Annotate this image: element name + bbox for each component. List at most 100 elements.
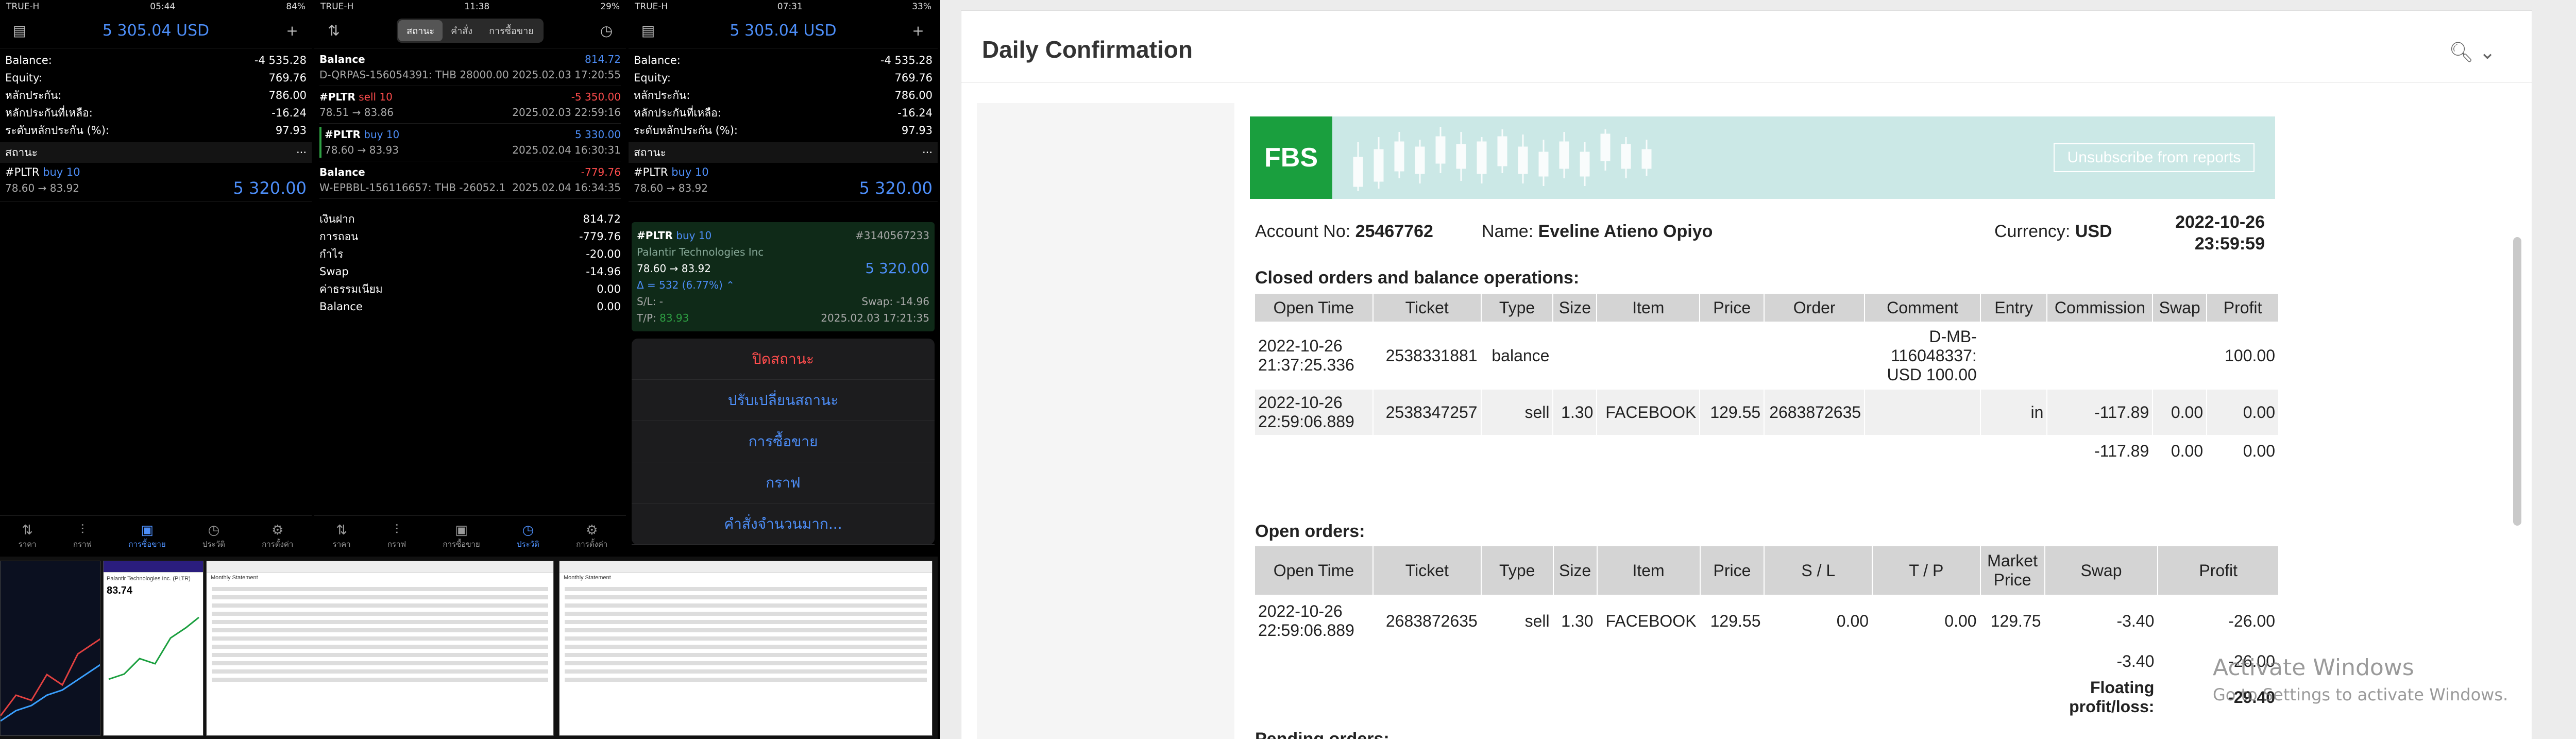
thumbnail-strip: Palantir Technologies Inc. (PLTR) 83.74 …: [0, 557, 938, 739]
tab-quotes[interactable]: ⇅ ราคา: [333, 523, 351, 550]
account-metrics: Balance: -4 535.28 Equity: 769.76 หลักประก…: [634, 54, 933, 137]
sort-icon[interactable]: ▤: [639, 23, 657, 39]
history-item[interactable]: #PLTR buy 10 5 330.00 78.60 → 83.93 2025.0…: [319, 124, 621, 161]
totals-row: -117.89 0.00 0.00: [1253, 435, 2279, 467]
yahoo-finance-thumbnail[interactable]: Palantir Technologies Inc. (PLTR) 83.74: [103, 561, 204, 736]
floating-row: Floating profit/loss: -29.40: [1254, 675, 2279, 719]
action-sheet: ปิดสถานะ ปรับเปลี่ยนสถานะ การซื้อขาย กรา…: [632, 339, 935, 545]
candlestick-decoration: [1353, 127, 1652, 191]
history-item[interactable]: Balance -779.76 W-EPBBL-156116657: THB -2…: [319, 161, 621, 199]
sort-icon[interactable]: ▤: [10, 23, 29, 39]
more-icon[interactable]: ···: [922, 142, 933, 163]
tab-settings[interactable]: ⚙ การตั้งค่า: [262, 523, 293, 550]
metric-row: หลักประกันที่เหลือ: -16.24: [5, 107, 307, 119]
tab-history[interactable]: ◷ ประวัติ: [202, 523, 225, 550]
page-title: Daily Confirmation: [982, 36, 1193, 63]
tab-trade[interactable]: ▣ การซื้อขาย: [443, 523, 480, 550]
history-header: ⇅ สถานะ คำสั่ง การซื้อขาย ◷: [314, 13, 626, 48]
chart-thumbnail[interactable]: [0, 561, 100, 736]
tab-settings[interactable]: ⚙ การตั้งค่า: [576, 523, 607, 550]
trade-icon: ▣: [455, 522, 468, 538]
history-item[interactable]: Balance 814.72 D-QRPAS-156054391: THB 280…: [319, 48, 621, 86]
closed-orders-table: Open Time Ticket Type Size Item Price Or…: [1253, 293, 2279, 467]
metric-row: ระดับหลักประกัน (%): 97.93: [5, 124, 307, 137]
clock-icon: ◷: [522, 522, 534, 538]
bottom-tabbar: ⇅ ราคา ⫶ กราฟ ▣ การซื้อขาย ◷ ประวัติ ⚙ การตั้…: [314, 515, 626, 557]
segment-positions[interactable]: สถานะ: [398, 20, 443, 41]
email-viewer: FBS Unsubscribe from reports Account No:…: [977, 103, 2285, 739]
gear-icon: ⚙: [272, 522, 284, 538]
tab-chart[interactable]: ⫶ กราฟ: [73, 522, 92, 550]
clock: 05:44: [150, 2, 176, 12]
trade-icon: ▣: [141, 522, 154, 538]
tab-quotes[interactable]: ⇅ ราคา: [19, 523, 37, 550]
metric-row: Balance: -4 535.28: [5, 54, 307, 66]
positions-section: สถานะ ···: [0, 142, 312, 163]
stock-chart-icon: [1, 638, 100, 722]
tab-history[interactable]: ◷ ประวัติ: [517, 523, 539, 550]
trade-action[interactable]: การซื้อขาย: [632, 421, 935, 462]
unsubscribe-button[interactable]: Unsubscribe from reports: [2054, 143, 2255, 172]
battery: 84%: [286, 2, 306, 12]
add-icon[interactable]: +: [283, 23, 301, 39]
chart-icon: ⫶: [80, 522, 84, 538]
price-chart-icon: [108, 616, 199, 680]
position-row[interactable]: #PLTR buy 10 78.60 → 83.92 5 320.00: [0, 163, 312, 201]
fbs-logo: FBS: [1250, 116, 1332, 199]
phone-screenshot-1: TRUE-H 05:44 84% ▤ 5 305.04 USD + Balanc…: [0, 0, 312, 557]
tab-trade[interactable]: ▣ การซื้อขาย: [128, 523, 165, 550]
positions-section: สถานะ ···: [629, 142, 938, 163]
clock-icon: ◷: [208, 522, 220, 538]
segment-deals[interactable]: การซื้อขาย: [481, 20, 542, 41]
activation-watermark: Activate Windows Go to Settings to activ…: [2213, 654, 2509, 704]
phone-screenshot-3: TRUE-H 07:31 33% ▤ 5 305.04 USD + Balanc…: [629, 0, 938, 557]
fbs-banner: FBS Unsubscribe from reports: [1250, 116, 2275, 199]
position-detail: #PLTR buy 10 #3140567233 Palantir Technol…: [632, 222, 935, 331]
statement-document: FBS Unsubscribe from reports Account No:…: [1234, 103, 2285, 739]
arrows-icon: ⇅: [22, 522, 33, 538]
report-header: Daily Confirmation 🔍︎ ⌄: [961, 10, 2532, 82]
table-row: 2022-10-26 22:59:06.889 2683872635 sell …: [1254, 595, 2279, 647]
sort-icon[interactable]: ⇅: [325, 23, 343, 39]
tab-chart[interactable]: ⫶ กราฟ: [387, 522, 406, 550]
modify-position-action[interactable]: ปรับเปลี่ยนสถานะ: [632, 380, 935, 421]
table-row: 2022-10-26 22:59:06.889 2538347257 sell …: [1254, 389, 2279, 436]
history-item[interactable]: #PLTR sell 10 -5 350.00 78.51 → 83.86 2025…: [319, 86, 621, 124]
metric-row: หลักประกัน: 786.00: [5, 89, 307, 102]
segment-orders[interactable]: คำสั่ง: [443, 20, 481, 41]
clock-icon[interactable]: ◷: [597, 23, 616, 39]
table-row: 2022-10-26 21:37:25.336 2538331881 balan…: [1254, 322, 2279, 390]
status-bar: TRUE-H 05:44 84%: [0, 0, 312, 13]
trade-header: ▤ 5 305.04 USD +: [0, 13, 312, 48]
history-list: Balance 814.72 D-QRPAS-156054391: THB 280…: [314, 48, 626, 199]
statement-thumbnail[interactable]: Monthly Statement: [206, 561, 554, 736]
carrier: TRUE-H: [6, 2, 40, 12]
balance-header: 5 305.04 USD: [102, 22, 210, 40]
balance-header: 5 305.04 USD: [730, 22, 837, 40]
zoom-icon[interactable]: 🔍︎ ⌄: [2449, 41, 2496, 64]
close-position-action[interactable]: ปิดสถานะ: [632, 339, 935, 380]
more-icon[interactable]: ···: [296, 142, 307, 163]
scrollbar[interactable]: [2513, 237, 2521, 526]
bulk-orders-action[interactable]: คำสั่งจำนวนมาก...: [632, 503, 935, 545]
report-body: FBS Unsubscribe from reports Account No:…: [961, 82, 2532, 739]
history-segment: สถานะ คำสั่ง การซื้อขาย: [397, 19, 544, 43]
position-row[interactable]: #PLTR buy 10 78.60 → 83.92 5 320.00: [629, 163, 938, 201]
closed-orders-title: Closed orders and balance operations:: [1255, 268, 1580, 288]
open-orders-title: Open orders:: [1255, 522, 1365, 541]
report-window: Daily Confirmation 🔍︎ ⌄ FBS Unsubscribe …: [940, 0, 2576, 739]
trade-header: ▤ 5 305.04 USD +: [629, 13, 938, 48]
chart-action[interactable]: กราฟ: [632, 462, 935, 503]
totals-row: -3.40 -26.00: [1254, 646, 2279, 676]
account-info: Account No: 25467762 Name: Eveline Atien…: [1255, 212, 2265, 254]
account-metrics: Balance: -4 535.28 Equity: 769.76 หลักประก…: [0, 48, 312, 142]
statement-thumbnail-2[interactable]: Monthly Statement: [559, 561, 933, 736]
pending-orders-title: Pending orders:: [1255, 729, 1389, 739]
status-bar: TRUE-H 11:38 29%: [320, 2, 620, 12]
add-icon[interactable]: +: [909, 23, 927, 39]
bottom-tabbar: ⇅ ราคา ⫶ กราฟ ▣ การซื้อขาย ◷ ประวัติ ⚙ การตั้…: [0, 515, 312, 557]
arrows-icon: ⇅: [336, 522, 348, 538]
gear-icon: ⚙: [586, 522, 598, 538]
chart-icon: ⫶: [395, 522, 399, 538]
open-orders-table: Open Time Ticket Type Size Item Price S …: [1254, 545, 2279, 719]
